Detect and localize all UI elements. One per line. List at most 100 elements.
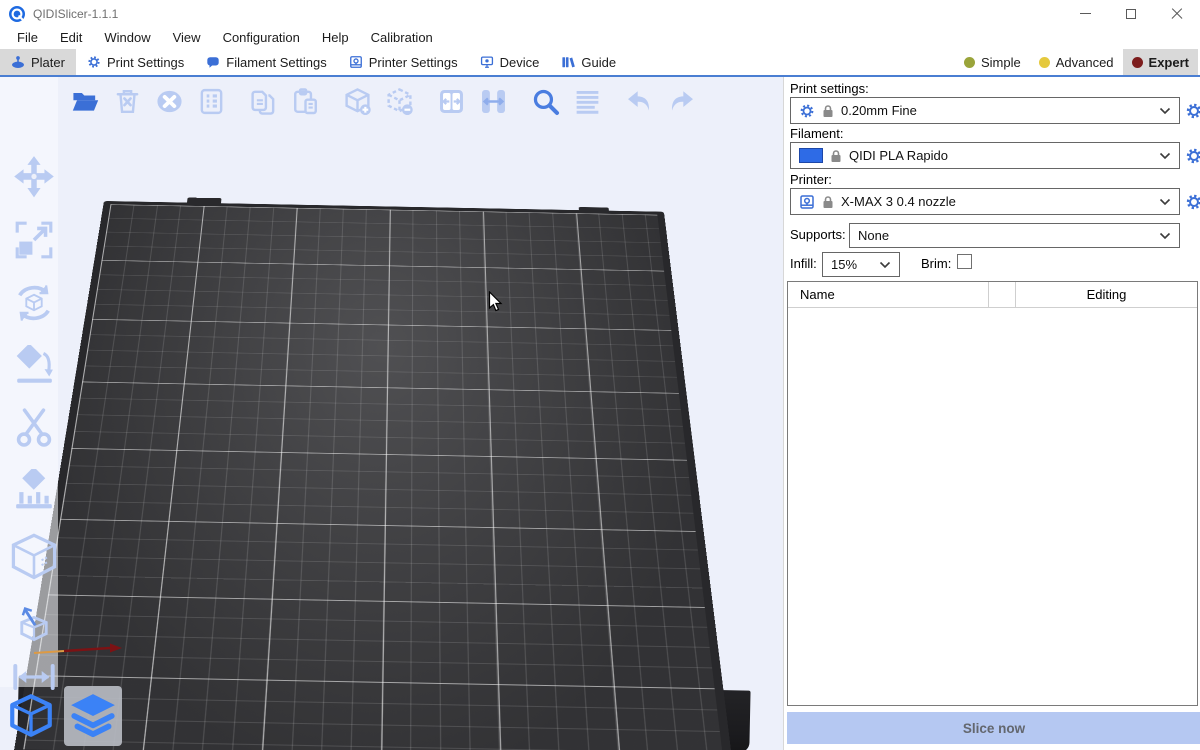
column-name: Name bbox=[788, 287, 988, 302]
tab-device[interactable]: Device bbox=[469, 49, 551, 75]
filament-combobox[interactable]: QIDI PLA Rapido bbox=[790, 142, 1180, 169]
close-button[interactable] bbox=[1154, 0, 1200, 27]
filament-label: Filament: bbox=[790, 126, 843, 141]
slice-now-button[interactable]: Slice now bbox=[787, 712, 1200, 744]
open-button[interactable] bbox=[70, 84, 100, 118]
object-list-header: Name Editing bbox=[788, 282, 1197, 308]
mode-label: Simple bbox=[981, 55, 1021, 70]
close-icon bbox=[1171, 8, 1183, 20]
mouse-cursor bbox=[488, 291, 504, 313]
edit-filament-gear-icon[interactable] bbox=[1185, 147, 1200, 165]
bed-clip bbox=[187, 198, 222, 207]
redo-button[interactable] bbox=[666, 84, 696, 118]
3d-view-cube-icon bbox=[6, 691, 56, 741]
scale-tool-button[interactable] bbox=[13, 219, 55, 261]
printer-icon bbox=[349, 55, 363, 69]
gear-icon bbox=[799, 103, 815, 119]
emboss-text-tool-button[interactable] bbox=[8, 531, 60, 583]
printer-icon bbox=[799, 194, 815, 210]
menu-file[interactable]: File bbox=[6, 27, 49, 49]
delete-all-button[interactable] bbox=[154, 84, 184, 118]
remove-instance-button[interactable] bbox=[384, 84, 414, 118]
cut-tool-button[interactable] bbox=[13, 407, 55, 449]
place-on-face-tool-button[interactable] bbox=[13, 345, 55, 387]
svg-shape-tool-button[interactable] bbox=[14, 603, 54, 643]
tab-label: Print Settings bbox=[107, 55, 184, 70]
layer-lines-icon bbox=[573, 87, 602, 116]
mode-label: Expert bbox=[1149, 55, 1189, 70]
printer-combobox[interactable]: X-MAX 3 0.4 nozzle bbox=[790, 188, 1180, 215]
search-icon bbox=[531, 87, 560, 116]
tab-print-settings[interactable]: Print Settings bbox=[76, 49, 195, 75]
place-on-face-icon bbox=[13, 345, 55, 387]
minimize-icon bbox=[1080, 13, 1091, 14]
split-to-objects-button[interactable] bbox=[436, 84, 466, 118]
tab-filament-settings[interactable]: Filament Settings bbox=[195, 49, 337, 75]
brim-label: Brim: bbox=[921, 256, 951, 271]
menubar: File Edit Window View Configuration Help… bbox=[0, 27, 1200, 49]
undo-arrow-icon bbox=[625, 87, 654, 116]
move-icon bbox=[12, 155, 56, 199]
mode-expert[interactable]: Expert bbox=[1123, 49, 1198, 75]
qidislicer-window: QIDISlicer-1.1.1 File Edit Window View C… bbox=[0, 0, 1200, 750]
tab-label: Filament Settings bbox=[226, 55, 326, 70]
print-settings-label: Print settings: bbox=[790, 81, 869, 96]
brim-checkbox[interactable] bbox=[957, 254, 972, 269]
object-list[interactable]: Name Editing bbox=[787, 281, 1198, 706]
copy-button[interactable] bbox=[248, 84, 278, 118]
tab-plater[interactable]: Plater bbox=[0, 49, 76, 75]
slice-now-label: Slice now bbox=[963, 721, 1025, 736]
preview-layers-icon bbox=[68, 691, 118, 741]
scale-icon bbox=[13, 219, 55, 261]
infill-combobox[interactable]: 15% bbox=[822, 252, 900, 277]
maximize-icon bbox=[1126, 9, 1136, 19]
supports-combobox[interactable]: None bbox=[849, 223, 1180, 248]
add-instance-button[interactable] bbox=[342, 84, 372, 118]
print-settings-combobox[interactable]: 0.20mm Fine bbox=[790, 97, 1180, 124]
advanced-dot-icon bbox=[1039, 57, 1050, 68]
copy-icon bbox=[249, 87, 278, 116]
preview-view-button[interactable] bbox=[64, 686, 122, 746]
variable-layer-height-button[interactable] bbox=[572, 84, 602, 118]
3d-viewport[interactable] bbox=[0, 77, 783, 750]
infill-value: 15% bbox=[831, 257, 857, 272]
move-tool-button[interactable] bbox=[12, 155, 56, 199]
mode-simple[interactable]: Simple bbox=[955, 49, 1030, 75]
paint-supports-tool-button[interactable] bbox=[13, 469, 55, 511]
3d-editor-view-button[interactable] bbox=[2, 686, 60, 746]
mode-advanced[interactable]: Advanced bbox=[1030, 49, 1123, 75]
filament-color-swatch bbox=[799, 148, 823, 163]
edit-printer-gear-icon[interactable] bbox=[1185, 193, 1200, 211]
split-to-parts-button[interactable] bbox=[478, 84, 508, 118]
minimize-button[interactable] bbox=[1062, 0, 1108, 27]
delete-button[interactable] bbox=[112, 84, 142, 118]
menu-configuration[interactable]: Configuration bbox=[212, 27, 311, 49]
edit-print-settings-gear-icon[interactable] bbox=[1185, 102, 1200, 120]
supports-value: None bbox=[858, 228, 889, 243]
menu-edit[interactable]: Edit bbox=[49, 27, 93, 49]
maximize-button[interactable] bbox=[1108, 0, 1154, 27]
infill-label: Infill: bbox=[790, 256, 817, 271]
tab-guide[interactable]: Guide bbox=[550, 49, 627, 75]
undo-button[interactable] bbox=[624, 84, 654, 118]
lock-icon bbox=[822, 195, 834, 209]
tab-printer-settings[interactable]: Printer Settings bbox=[338, 49, 469, 75]
menu-calibration[interactable]: Calibration bbox=[360, 27, 444, 49]
qidi-logo-icon bbox=[9, 6, 25, 22]
expert-dot-icon bbox=[1132, 57, 1143, 68]
arrange-button[interactable] bbox=[196, 84, 226, 118]
mode-label: Advanced bbox=[1056, 55, 1114, 70]
search-button[interactable] bbox=[530, 84, 560, 118]
menu-help[interactable]: Help bbox=[311, 27, 360, 49]
chevron-down-icon bbox=[1159, 152, 1171, 160]
supports-label: Supports: bbox=[790, 227, 846, 242]
guide-icon bbox=[561, 55, 575, 69]
paste-button[interactable] bbox=[290, 84, 320, 118]
rotate-tool-button[interactable] bbox=[12, 281, 56, 325]
paint-supports-icon bbox=[13, 469, 55, 511]
delete-all-icon bbox=[155, 87, 184, 116]
menu-window[interactable]: Window bbox=[93, 27, 161, 49]
split-parts-icon bbox=[479, 87, 508, 116]
menu-view[interactable]: View bbox=[162, 27, 212, 49]
print-bed[interactable] bbox=[91, 201, 664, 750]
